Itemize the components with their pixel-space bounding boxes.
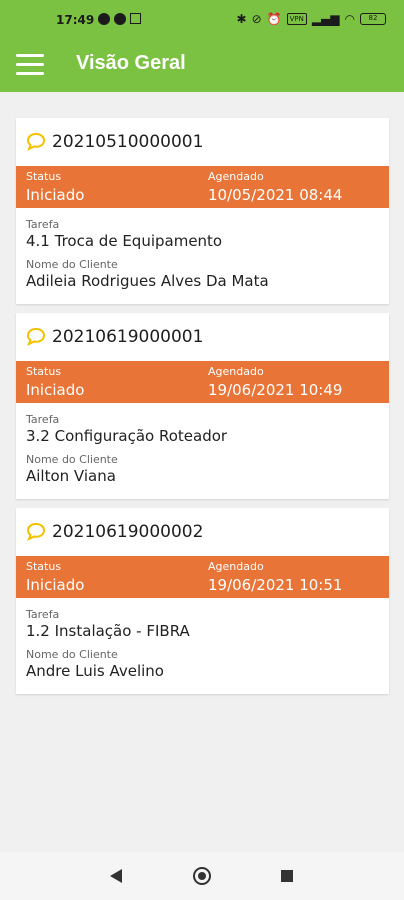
status-value: Iniciado xyxy=(26,381,85,399)
client-label: Nome do Cliente xyxy=(26,453,118,466)
app-bar: Visão Geral xyxy=(0,40,404,92)
task-value: 1.2 Instalação - FIBRA xyxy=(26,622,190,640)
chat-bubble-icon xyxy=(26,327,46,347)
client-label: Nome do Cliente xyxy=(26,648,118,661)
status-value: Iniciado xyxy=(26,576,85,594)
page-title: Visão Geral xyxy=(76,52,186,74)
client-value: Adileia Rodrigues Alves Da Mata xyxy=(26,272,269,290)
spotify-icon xyxy=(98,13,110,25)
system-icons: ✱ ⊘ ⏰ VPN ▂▄▆ ◠ 82 xyxy=(236,12,386,26)
order-card[interactable]: 20210619000002 Status Iniciado Agendado … xyxy=(16,508,389,694)
notification-icons xyxy=(98,13,141,25)
scheduled-value: 19/06/2021 10:51 xyxy=(208,576,343,594)
task-label: Tarefa xyxy=(26,413,60,426)
vpn-badge: VPN xyxy=(286,13,307,25)
back-icon[interactable] xyxy=(110,869,122,883)
alarm-icon: ⏰ xyxy=(266,12,282,26)
status-label: Status xyxy=(26,365,62,378)
status-bar: 17:49 ✱ ⊘ ⏰ VPN ▂▄▆ ◠ 82 xyxy=(0,0,404,40)
task-value: 3.2 Configuração Roteador xyxy=(26,427,228,445)
task-label: Tarefa xyxy=(26,608,60,621)
bluetooth-icon: ✱ xyxy=(236,12,247,26)
scheduled-label: Agendado xyxy=(208,170,264,183)
scheduled-label: Agendado xyxy=(208,560,264,573)
scheduled-value: 19/06/2021 10:49 xyxy=(208,381,343,399)
client-value: Ailton Viana xyxy=(26,467,116,485)
task-label: Tarefa xyxy=(26,218,60,231)
status-band: Status Iniciado Agendado 10/05/2021 08:4… xyxy=(16,166,389,208)
status-value: Iniciado xyxy=(26,186,85,204)
chat-bubble-icon xyxy=(26,132,46,152)
task-value: 4.1 Troca de Equipamento xyxy=(26,232,223,250)
order-card[interactable]: 20210510000001 Status Iniciado Agendado … xyxy=(16,118,389,304)
signal-icon: ▂▄▆ xyxy=(311,12,340,26)
order-card[interactable]: 20210619000001 Status Iniciado Agendado … xyxy=(16,313,389,499)
battery-icon: 82 xyxy=(360,13,386,25)
order-id: 20210510000001 xyxy=(52,132,204,152)
screen-icon xyxy=(130,13,141,24)
system-nav-bar xyxy=(0,852,404,900)
status-band: Status Iniciado Agendado 19/06/2021 10:4… xyxy=(16,361,389,403)
order-id: 20210619000002 xyxy=(52,522,204,542)
home-icon[interactable] xyxy=(193,867,211,885)
client-label: Nome do Cliente xyxy=(26,258,118,271)
client-value: Andre Luis Avelino xyxy=(26,662,164,680)
scheduled-label: Agendado xyxy=(208,365,264,378)
status-label: Status xyxy=(26,170,62,183)
app-icon xyxy=(114,13,126,25)
wifi-icon: ◠ xyxy=(344,12,355,26)
status-time: 17:49 xyxy=(56,13,95,27)
status-label: Status xyxy=(26,560,62,573)
status-band: Status Iniciado Agendado 19/06/2021 10:5… xyxy=(16,556,389,598)
mute-icon: ⊘ xyxy=(251,12,262,26)
menu-icon[interactable] xyxy=(16,54,44,76)
recent-apps-icon[interactable] xyxy=(281,870,293,882)
chat-bubble-icon xyxy=(26,522,46,542)
order-id: 20210619000001 xyxy=(52,327,204,347)
scheduled-value: 10/05/2021 08:44 xyxy=(208,186,343,204)
